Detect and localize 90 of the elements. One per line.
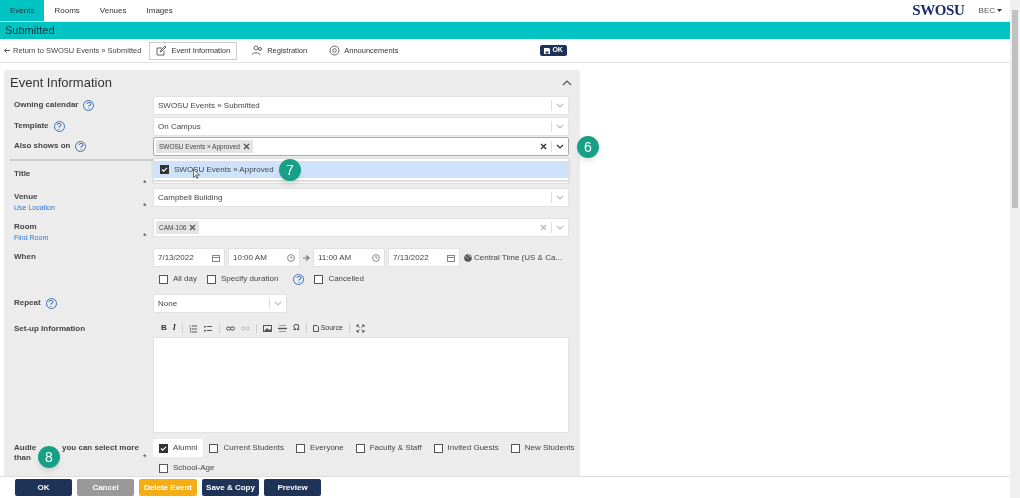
field-label: Audie	[14, 443, 37, 453]
field-label: Owning calendar	[14, 99, 79, 111]
bulleted-list-icon[interactable]	[201, 323, 215, 333]
logo: SWOSU	[912, 1, 965, 21]
arrow-left-icon	[4, 48, 10, 53]
checkbox-label: Cancelled	[328, 273, 364, 285]
step-marker: 6	[577, 136, 599, 158]
help-icon[interactable]	[75, 140, 87, 152]
select-field[interactable]: SWOSU Events » Submitted	[153, 96, 569, 115]
footer-button[interactable]: Preview	[264, 479, 321, 496]
checkbox-label: Alumni	[173, 443, 198, 453]
clear-icon[interactable]	[242, 143, 250, 150]
checkbox[interactable]	[159, 443, 168, 453]
field-label: When	[14, 251, 36, 263]
at-sign-icon	[329, 45, 341, 56]
field-label: Venue	[14, 191, 38, 203]
field-label: Title	[14, 168, 31, 180]
link-icon[interactable]	[223, 323, 237, 333]
checkbox[interactable]	[207, 274, 216, 284]
footer-button[interactable]: OK	[15, 479, 72, 496]
select-field[interactable]: None	[153, 294, 287, 313]
select-field[interactable]: Campbell Building	[153, 188, 569, 207]
nav-tab[interactable]: Events	[0, 0, 45, 21]
field-label: than	[14, 453, 31, 463]
checkbox-label: School-Age	[173, 463, 215, 473]
checkbox-label: Everyone	[309, 443, 344, 453]
select-field[interactable]: On Campus	[153, 117, 569, 136]
checkbox-label: Specify duration	[221, 273, 279, 285]
save-icon	[544, 47, 551, 54]
checkbox-label: Invited Guests	[447, 443, 499, 453]
cancel-button: Cancel	[77, 479, 134, 496]
help-icon[interactable]	[293, 273, 305, 285]
clear-icon[interactable]	[189, 224, 197, 231]
field-label: you can select more	[62, 443, 139, 453]
page-title: Submitted	[5, 23, 55, 39]
checkbox[interactable]	[160, 165, 169, 174]
time-field[interactable]: 11:00 AM	[313, 248, 385, 267]
image-icon[interactable]	[260, 323, 274, 333]
checkbox[interactable]	[159, 463, 168, 473]
required-mark: *	[143, 178, 147, 188]
timezone-select[interactable]: Central Time (US & Ca...	[474, 251, 563, 264]
footer-button[interactable]: Save & Copy	[202, 479, 259, 496]
help-icon[interactable]	[45, 297, 57, 309]
panel-title: Event Information	[10, 74, 112, 93]
field-label: Room	[14, 221, 37, 233]
date-field[interactable]: 7/13/2022	[388, 248, 460, 267]
nav-tab[interactable]: Images	[136, 0, 183, 21]
nav-tab[interactable]: Rooms	[44, 0, 90, 21]
checkbox-label: All day	[173, 273, 197, 285]
calendar-icon	[447, 253, 455, 262]
required-mark: *	[143, 231, 147, 241]
field-label: Repeat	[14, 297, 41, 309]
required-mark: *	[143, 452, 147, 462]
globe-icon	[464, 253, 472, 262]
clock-icon	[287, 253, 295, 262]
maximize-icon[interactable]	[353, 323, 367, 333]
help-icon[interactable]	[53, 120, 65, 132]
people-icon	[252, 45, 264, 56]
italic-button[interactable]: I	[170, 322, 178, 334]
checkbox[interactable]	[355, 443, 365, 453]
help-icon[interactable]	[83, 99, 95, 111]
clock-icon	[372, 253, 380, 262]
checkbox[interactable]	[433, 443, 443, 453]
collapse-icon[interactable]	[562, 80, 572, 86]
caret-icon	[997, 9, 1002, 12]
date-field[interactable]: 7/13/2022	[153, 248, 225, 267]
chevron-down-icon[interactable]	[556, 144, 564, 149]
calendar-icon	[212, 253, 220, 262]
time-field[interactable]: 10:00 AM	[228, 248, 300, 267]
user-menu[interactable]: BEC	[978, 4, 1002, 17]
omega-button[interactable]: Ω	[290, 321, 302, 335]
checkbox-label: New Students	[524, 443, 575, 453]
nav-tab[interactable]: Venues	[89, 0, 137, 21]
arrow-right-icon	[303, 254, 310, 261]
field-label: Set-up Information	[14, 323, 86, 335]
field-label: Also shows on	[14, 140, 71, 152]
checkbox-label: Current Students	[223, 443, 284, 453]
checkbox[interactable]	[510, 443, 520, 453]
required-mark: *	[143, 201, 147, 211]
checkbox[interactable]	[209, 443, 219, 453]
field-label: Template	[14, 120, 49, 132]
checkbox[interactable]	[159, 274, 168, 284]
edit-icon	[156, 45, 168, 56]
bold-button[interactable]: B	[159, 322, 169, 334]
checkbox[interactable]	[295, 443, 305, 453]
document-icon	[312, 324, 319, 332]
checkbox-label: Faculty & Staff	[369, 443, 422, 453]
clear-icon[interactable]	[540, 143, 547, 150]
horizontal-rule-icon[interactable]	[275, 323, 289, 333]
checkbox[interactable]	[314, 274, 324, 284]
